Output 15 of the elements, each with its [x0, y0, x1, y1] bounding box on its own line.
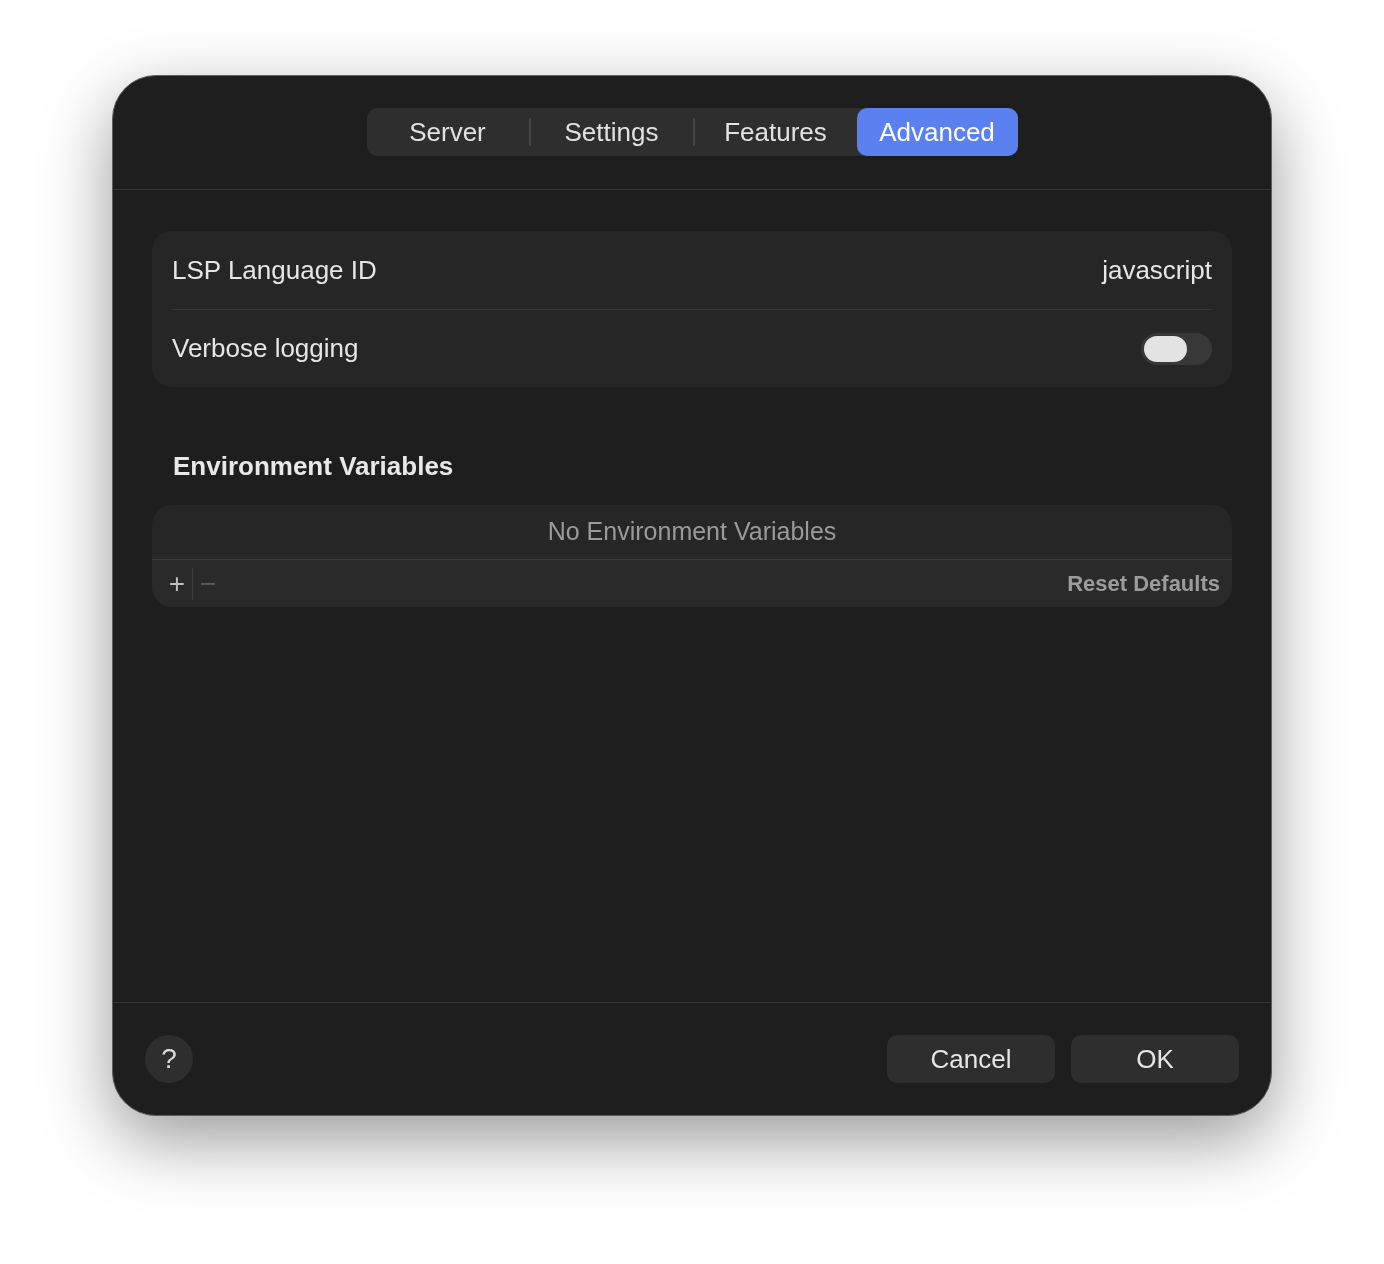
ok-button[interactable]: OK — [1071, 1035, 1239, 1083]
tab[interactable]: Advanced — [856, 108, 1018, 156]
reset-defaults-button[interactable]: Reset Defaults — [1067, 567, 1220, 600]
empty-list-message: No Environment Variables — [547, 516, 837, 548]
tab[interactable]: Features — [694, 108, 857, 156]
setting-label: Verbose logging — [172, 332, 359, 365]
tab[interactable]: Settings — [530, 108, 693, 156]
section-heading: Environment Variables — [173, 450, 455, 482]
setting-value: javascript — [1102, 253, 1212, 287]
add-button[interactable]: + — [166, 566, 188, 601]
help-button[interactable]: ? — [145, 1035, 193, 1083]
tab[interactable]: Server — [366, 108, 529, 156]
cancel-button[interactable]: Cancel — [887, 1035, 1055, 1083]
toggle-switch[interactable] — [1141, 332, 1212, 365]
setting-label: LSP Language ID — [172, 253, 377, 287]
